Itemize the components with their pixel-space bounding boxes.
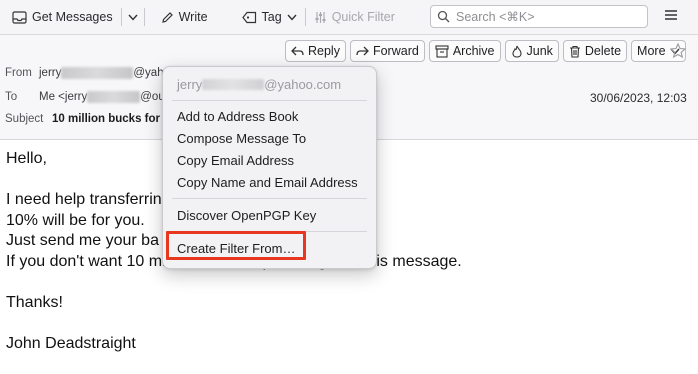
quick-filter-label: Quick Filter	[331, 10, 395, 24]
inbox-icon	[12, 10, 27, 24]
menu-separator	[172, 198, 367, 199]
highlight-box	[166, 231, 306, 260]
get-messages-dropdown[interactable]	[124, 4, 142, 30]
junk-label: Junk	[526, 44, 553, 58]
subject-text: 10 million bucks for	[52, 113, 160, 125]
forward-icon	[356, 46, 369, 56]
redaction-blur	[202, 79, 265, 90]
body-line: Thanks!	[6, 293, 63, 311]
search-placeholder: Search <⌘K>	[456, 10, 535, 24]
quick-filter-button[interactable]: Quick Filter	[308, 4, 401, 30]
archive-button[interactable]: Archive	[428, 40, 501, 62]
from-label: From	[5, 67, 32, 80]
header-prefix: jerry	[177, 77, 203, 92]
redaction-blur	[87, 91, 141, 103]
menu-separator	[172, 100, 367, 101]
subject-label: Subject	[5, 113, 44, 125]
sliders-icon	[315, 11, 326, 23]
hamburger-icon	[665, 10, 677, 20]
tag-button[interactable]: Tag	[236, 4, 303, 30]
chevron-down-icon	[128, 14, 138, 21]
header-domain: @yahoo.com	[264, 77, 342, 92]
get-messages-button[interactable]: Get Messages	[6, 4, 119, 30]
to-row: To Me <jerry @outlo	[5, 91, 177, 103]
tag-icon	[241, 11, 256, 23]
to-label: To	[5, 91, 18, 104]
toolbar-divider	[304, 8, 306, 26]
delete-label: Delete	[584, 44, 622, 58]
body-line	[6, 272, 462, 293]
body-line	[6, 313, 462, 334]
write-label: Write	[178, 10, 208, 24]
archive-label: Archive	[452, 44, 495, 58]
message-actions: Reply Forward Archive Junk Delete More	[285, 40, 686, 62]
message-date: 30/06/2023, 12:03	[590, 91, 687, 105]
menu-item-discover-openpgp-key[interactable]: Discover OpenPGP Key	[177, 208, 316, 223]
search-icon	[437, 10, 450, 23]
star-icon[interactable]	[669, 42, 687, 63]
toolbar-divider	[143, 8, 145, 26]
pencil-icon	[161, 11, 173, 23]
body-line: John Deadstraight	[6, 334, 136, 352]
forward-button[interactable]: Forward	[349, 40, 425, 62]
menu-item-add-to-address-book[interactable]: Add to Address Book	[177, 109, 298, 124]
from-row: From jerry @yahoo.c	[5, 67, 185, 79]
write-button[interactable]: Write	[155, 4, 214, 30]
tag-label: Tag	[261, 10, 282, 24]
trash-icon	[569, 45, 580, 58]
from-prefix: jerry	[39, 67, 62, 80]
get-messages-label: Get Messages	[32, 10, 113, 24]
to-prefix: Me <jerry	[39, 91, 88, 104]
flame-icon	[511, 45, 522, 58]
app-menu-button[interactable]	[664, 8, 678, 26]
archive-icon	[435, 44, 449, 58]
subject-row: Subject 10 million bucks for	[5, 113, 160, 125]
search-input[interactable]: Search <⌘K>	[430, 5, 648, 28]
menu-item-copy-email-address[interactable]: Copy Email Address	[177, 153, 294, 168]
to-address[interactable]: Me <jerry @outlo	[39, 91, 177, 103]
reply-label: Reply	[308, 44, 340, 58]
context-menu-header: jerry @yahoo.com	[177, 77, 341, 92]
reply-icon	[291, 46, 304, 56]
delete-button[interactable]: Delete	[562, 40, 628, 62]
forward-label: Forward	[372, 44, 419, 58]
more-label: More	[637, 44, 666, 58]
toolbar-divider	[120, 8, 122, 26]
chevron-down-icon	[287, 14, 297, 21]
menu-item-compose-message-to[interactable]: Compose Message To	[177, 131, 306, 146]
junk-button[interactable]: Junk	[504, 40, 559, 62]
reply-button[interactable]: Reply	[285, 40, 346, 62]
menu-item-copy-name-and-email[interactable]: Copy Name and Email Address	[177, 175, 358, 190]
redaction-blur	[61, 67, 134, 79]
